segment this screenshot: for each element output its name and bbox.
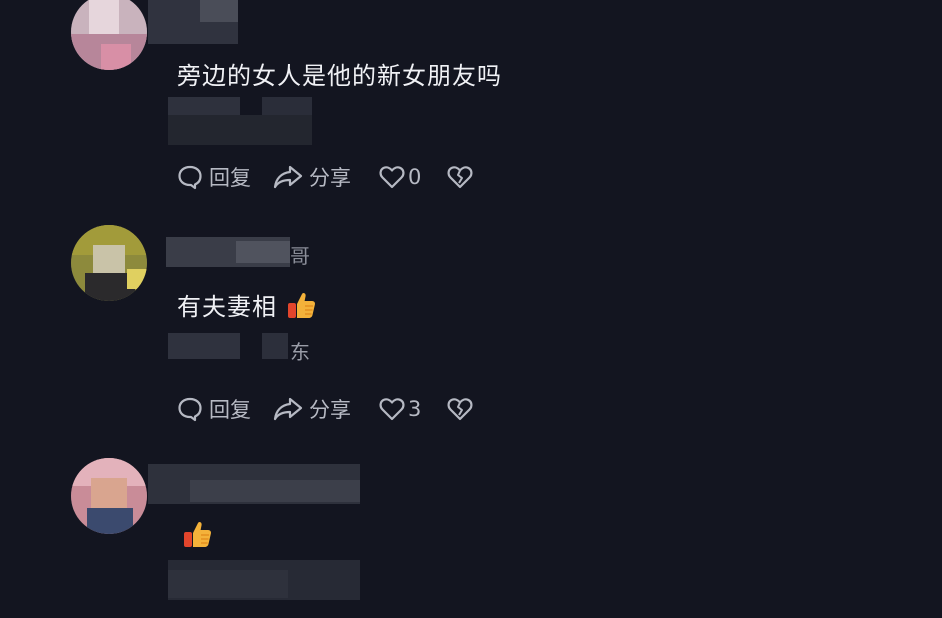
avatar[interactable] (71, 225, 147, 301)
comment-item: 哥 有夫妻相 东 回复 分享 3 (0, 215, 942, 450)
reply-label: 回复 (209, 398, 251, 422)
reply-label: 回复 (209, 166, 251, 190)
comment-item: 旁边的女人是他的新女朋友吗 回复 分享 0 (0, 0, 942, 215)
avatar[interactable] (71, 0, 147, 70)
location-tail: 东 (290, 340, 310, 364)
share-icon (273, 165, 303, 189)
comment-text (182, 518, 214, 556)
reply-button[interactable]: 回复 (177, 162, 251, 192)
meta-blurred (168, 333, 240, 359)
comment-text-content: 有夫妻相 (177, 293, 277, 321)
dislike-button[interactable] (447, 397, 473, 421)
dislike-broken-heart-icon (447, 398, 473, 421)
share-button[interactable]: 分享 (273, 394, 351, 424)
comment-text: 旁边的女人是他的新女朋友吗 (177, 62, 502, 90)
like-heart-icon (379, 166, 405, 189)
reply-icon (178, 165, 202, 190)
share-icon (273, 397, 303, 421)
reply-button[interactable]: 回复 (177, 394, 251, 424)
dislike-broken-heart-icon (447, 166, 473, 189)
comment-item (0, 450, 942, 618)
share-label: 分享 (309, 398, 351, 422)
share-label: 分享 (309, 166, 351, 190)
like-heart-icon (379, 398, 405, 421)
share-button[interactable]: 分享 (273, 162, 351, 192)
like-count: 0 (408, 165, 422, 189)
like-button[interactable]: 0 (379, 165, 421, 189)
thumbs-up-emoji (182, 518, 214, 556)
like-count: 3 (408, 397, 422, 421)
action-bar: 回复 分享 0 (177, 162, 473, 192)
reply-icon (178, 397, 202, 422)
avatar[interactable] (71, 458, 147, 534)
action-bar: 回复 分享 3 (177, 394, 473, 424)
dislike-button[interactable] (447, 165, 473, 189)
like-button[interactable]: 3 (379, 397, 421, 421)
username-tail: 哥 (290, 244, 310, 268)
thumbs-up-emoji (286, 289, 318, 327)
comment-text: 有夫妻相 (177, 287, 318, 327)
